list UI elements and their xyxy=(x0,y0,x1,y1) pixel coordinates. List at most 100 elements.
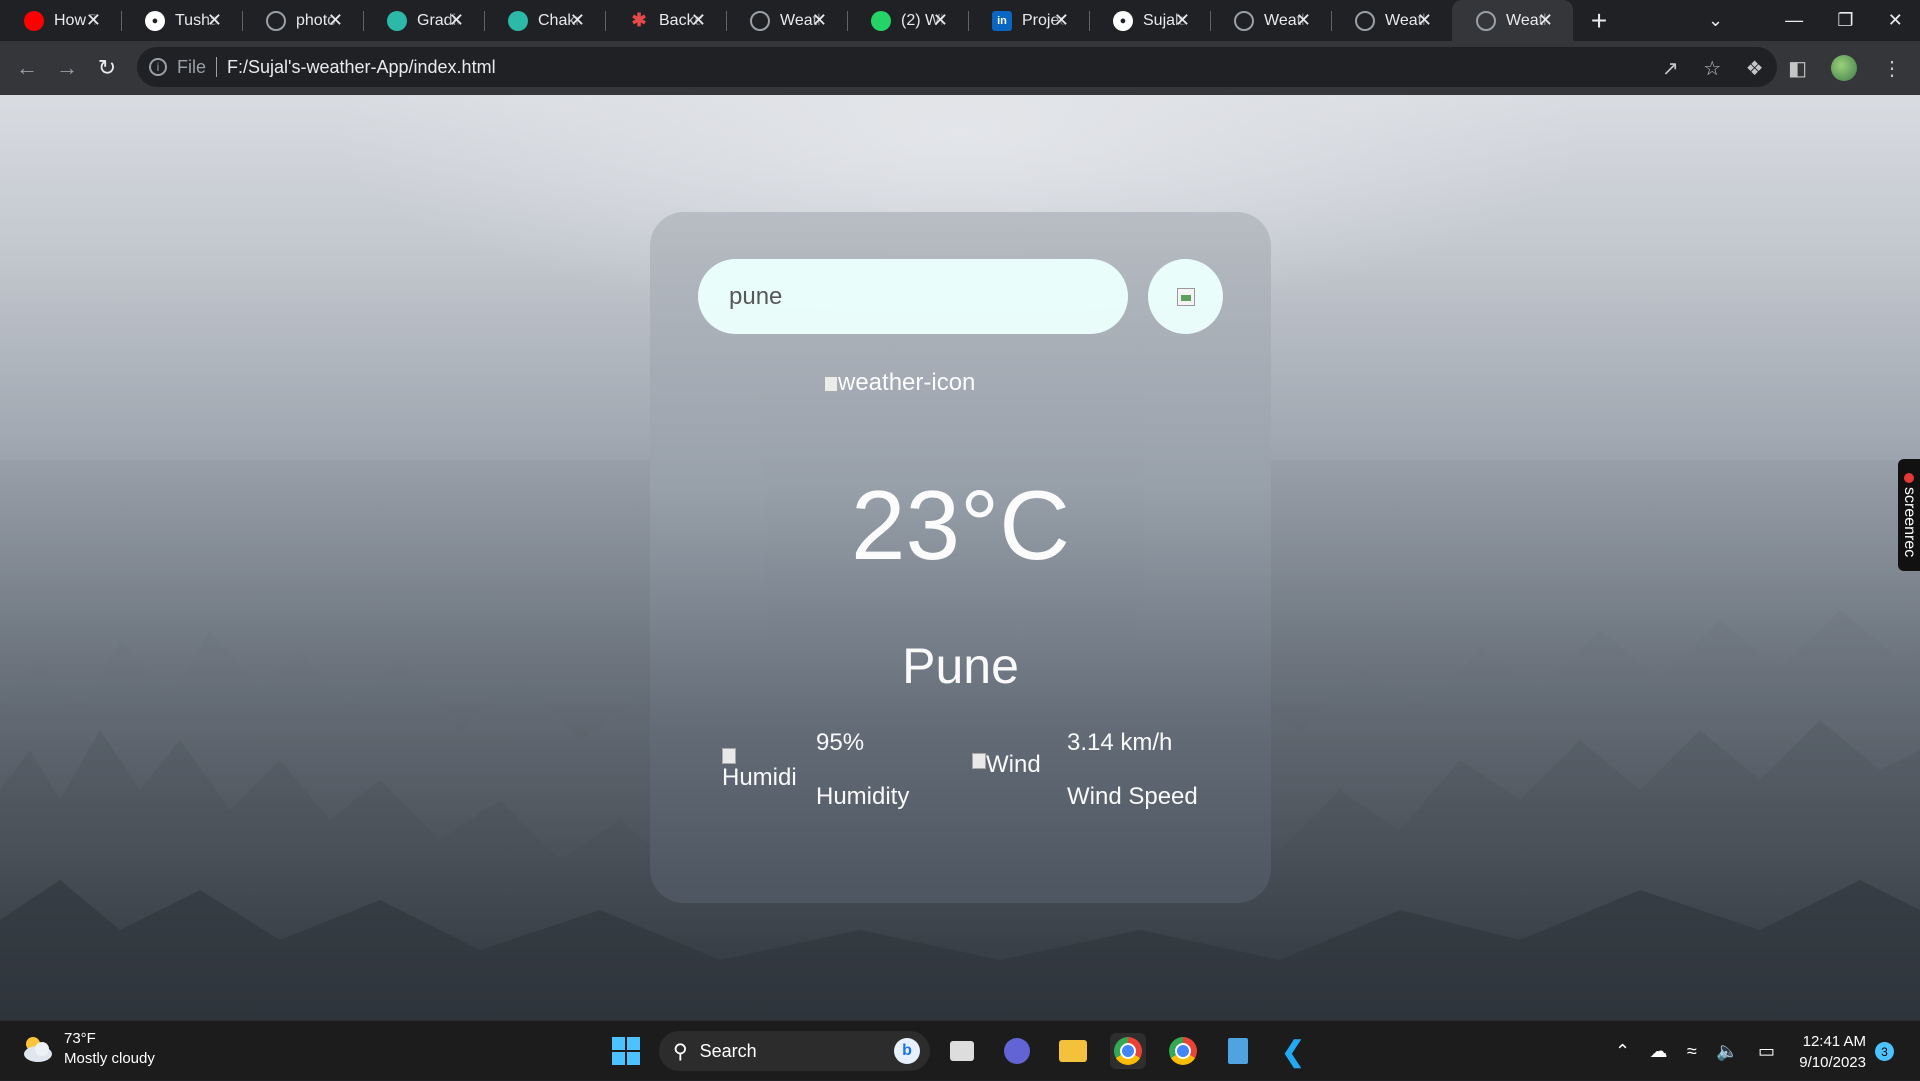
chrome-profile-button[interactable] xyxy=(1165,1033,1201,1069)
file-explorer-button[interactable] xyxy=(1055,1033,1091,1069)
search-icon: ⚲ xyxy=(673,1040,688,1063)
taskbar-search-label: Search xyxy=(699,1040,757,1061)
humidity-icon-image: Humidi xyxy=(722,746,797,792)
tab-separator xyxy=(605,11,606,31)
city-search-input[interactable] xyxy=(698,259,1128,334)
broken-image-icon xyxy=(824,376,838,392)
clock-time: 12:41 AM xyxy=(1802,1033,1866,1050)
chevron-up-icon[interactable]: ⌃ xyxy=(1615,1041,1630,1062)
wifi-icon[interactable]: ≈ xyxy=(1687,1041,1697,1062)
browser-tab[interactable]: Weath ✕ xyxy=(1331,0,1452,41)
task-view-button[interactable] xyxy=(944,1033,980,1069)
browser-tab[interactable]: Gradio ✕ xyxy=(363,0,484,41)
lightning-icon xyxy=(387,10,407,31)
side-panel-icon[interactable]: ◧ xyxy=(1788,56,1807,81)
weather-icon-alt-text: weather-icon xyxy=(838,369,976,396)
globe-icon xyxy=(1476,10,1496,31)
tab-separator xyxy=(484,11,485,31)
vscode-button[interactable]: ❮ xyxy=(1275,1033,1311,1069)
screenrec-badge[interactable]: screenrec xyxy=(1898,459,1920,571)
broken-image-icon xyxy=(722,748,736,764)
tab-search-button[interactable]: ⌄ xyxy=(1708,0,1723,41)
bookmark-star-icon[interactable]: ☆ xyxy=(1703,56,1721,81)
tab-close-icon[interactable]: ✕ xyxy=(812,10,827,31)
globe-icon xyxy=(1355,10,1375,31)
notification-badge[interactable]: 3 xyxy=(1875,1042,1894,1061)
forward-button[interactable]: → xyxy=(47,48,87,88)
address-bar[interactable]: i File F:/Sujal's-weather-App/index.html xyxy=(137,47,1777,87)
extensions-icon[interactable]: ❖ xyxy=(1746,56,1764,81)
browser-tab[interactable]: Weath ✕ xyxy=(1210,0,1331,41)
cloud-offline-icon[interactable]: ☁ xyxy=(1649,1041,1667,1062)
notepad-icon xyxy=(1228,1038,1248,1064)
linkedin-icon: in xyxy=(992,10,1012,31)
humidity-icon-alt-text: Humidi xyxy=(722,764,797,791)
teams-chat-button[interactable] xyxy=(999,1033,1035,1069)
back-button[interactable]: ← xyxy=(7,48,47,88)
notepad-button[interactable] xyxy=(1220,1033,1256,1069)
address-divider xyxy=(216,57,218,77)
browser-tab[interactable]: Chakr ✕ xyxy=(484,0,605,41)
weather-card: weather-icon 23°C Pune Humidi 95% Humidi… xyxy=(650,212,1271,903)
new-tab-button[interactable]: + xyxy=(1579,0,1619,41)
page-viewport: weather-icon 23°C Pune Humidi 95% Humidi… xyxy=(0,95,1920,1020)
globe-icon xyxy=(266,10,286,31)
browser-tab[interactable]: ● Tusha ✕ xyxy=(121,0,242,41)
tab-close-icon[interactable]: ✕ xyxy=(449,10,464,31)
browser-tab[interactable]: How T ✕ xyxy=(0,0,121,41)
volume-icon[interactable]: 🔈 xyxy=(1716,1041,1738,1062)
weather-widget[interactable]: 73°F Mostly cloudy xyxy=(20,1029,155,1069)
taskbar: 73°F Mostly cloudy ⚲ Search b ❮ ⌃ ☁ ≈ � xyxy=(0,1020,1920,1080)
temperature-display: 23°C xyxy=(851,470,1070,580)
info-icon[interactable]: i xyxy=(149,58,167,76)
tab-close-icon[interactable]: ✕ xyxy=(1417,10,1432,31)
restore-button[interactable]: ❐ xyxy=(1837,10,1853,31)
profile-avatar[interactable] xyxy=(1831,55,1858,81)
folder-icon xyxy=(1059,1040,1087,1062)
arrow-right-icon: → xyxy=(56,55,78,80)
chat-icon xyxy=(1004,1038,1030,1064)
browser-tab[interactable]: photo ✕ xyxy=(242,0,363,41)
address-url: F:/Sujal's-weather-App/index.html xyxy=(227,56,496,77)
start-button[interactable] xyxy=(608,1033,644,1069)
chevron-down-icon: ⌄ xyxy=(1708,10,1724,30)
tab-close-icon[interactable]: ✕ xyxy=(1054,10,1069,31)
tab-separator xyxy=(968,11,969,31)
tab-close-icon[interactable]: ✕ xyxy=(1175,10,1190,31)
taskbar-search[interactable]: ⚲ Search b xyxy=(659,1031,930,1071)
wind-icon-alt-text: Wind xyxy=(986,751,1041,778)
toolbar-actions: ↗ ☆ ❖ ◧ ⋮ xyxy=(1662,41,1902,95)
browser-tab[interactable]: ● Sujals ✕ xyxy=(1089,0,1210,41)
whatsapp-icon xyxy=(871,10,891,31)
clock-date: 9/10/2023 xyxy=(1799,1054,1866,1071)
browser-tab[interactable]: Weath ✕ xyxy=(1452,0,1573,41)
share-icon[interactable]: ↗ xyxy=(1662,56,1679,81)
browser-tab[interactable]: (2) Wh ✕ xyxy=(847,0,968,41)
search-button[interactable] xyxy=(1148,259,1223,334)
system-tray: ⌃ ☁ ≈ 🔈 ▭ xyxy=(1615,1021,1775,1081)
tab-close-icon[interactable]: ✕ xyxy=(691,10,706,31)
search-icon xyxy=(1176,287,1195,306)
tab-close-icon[interactable]: ✕ xyxy=(328,10,343,31)
tab-close-icon[interactable]: ✕ xyxy=(1538,10,1553,31)
close-window-button[interactable]: ✕ xyxy=(1888,10,1903,31)
tab-close-icon[interactable]: ✕ xyxy=(933,10,948,31)
battery-icon[interactable]: ▭ xyxy=(1758,1041,1775,1062)
tab-close-icon[interactable]: ✕ xyxy=(570,10,585,31)
github-icon: ● xyxy=(145,10,165,31)
tab-close-icon[interactable]: ✕ xyxy=(86,10,101,31)
minimize-button[interactable]: — xyxy=(1785,10,1803,31)
arrow-left-icon: ← xyxy=(16,55,38,80)
weather-widget-temp: 73°F xyxy=(64,1030,96,1047)
taskbar-clock[interactable]: 12:41 AM 9/10/2023 xyxy=(1796,1031,1866,1073)
chrome-icon xyxy=(1114,1037,1142,1065)
globe-icon xyxy=(750,10,770,31)
chrome-button-active[interactable] xyxy=(1110,1033,1146,1069)
browser-tab[interactable]: Weath ✕ xyxy=(726,0,847,41)
browser-tab[interactable]: in Projec ✕ xyxy=(968,0,1089,41)
browser-tab[interactable]: ✱ Backd ✕ xyxy=(605,0,726,41)
tab-close-icon[interactable]: ✕ xyxy=(1296,10,1311,31)
menu-kebab-icon[interactable]: ⋮ xyxy=(1882,56,1902,81)
tab-close-icon[interactable]: ✕ xyxy=(207,10,222,31)
reload-button[interactable]: ↻ xyxy=(87,48,127,88)
